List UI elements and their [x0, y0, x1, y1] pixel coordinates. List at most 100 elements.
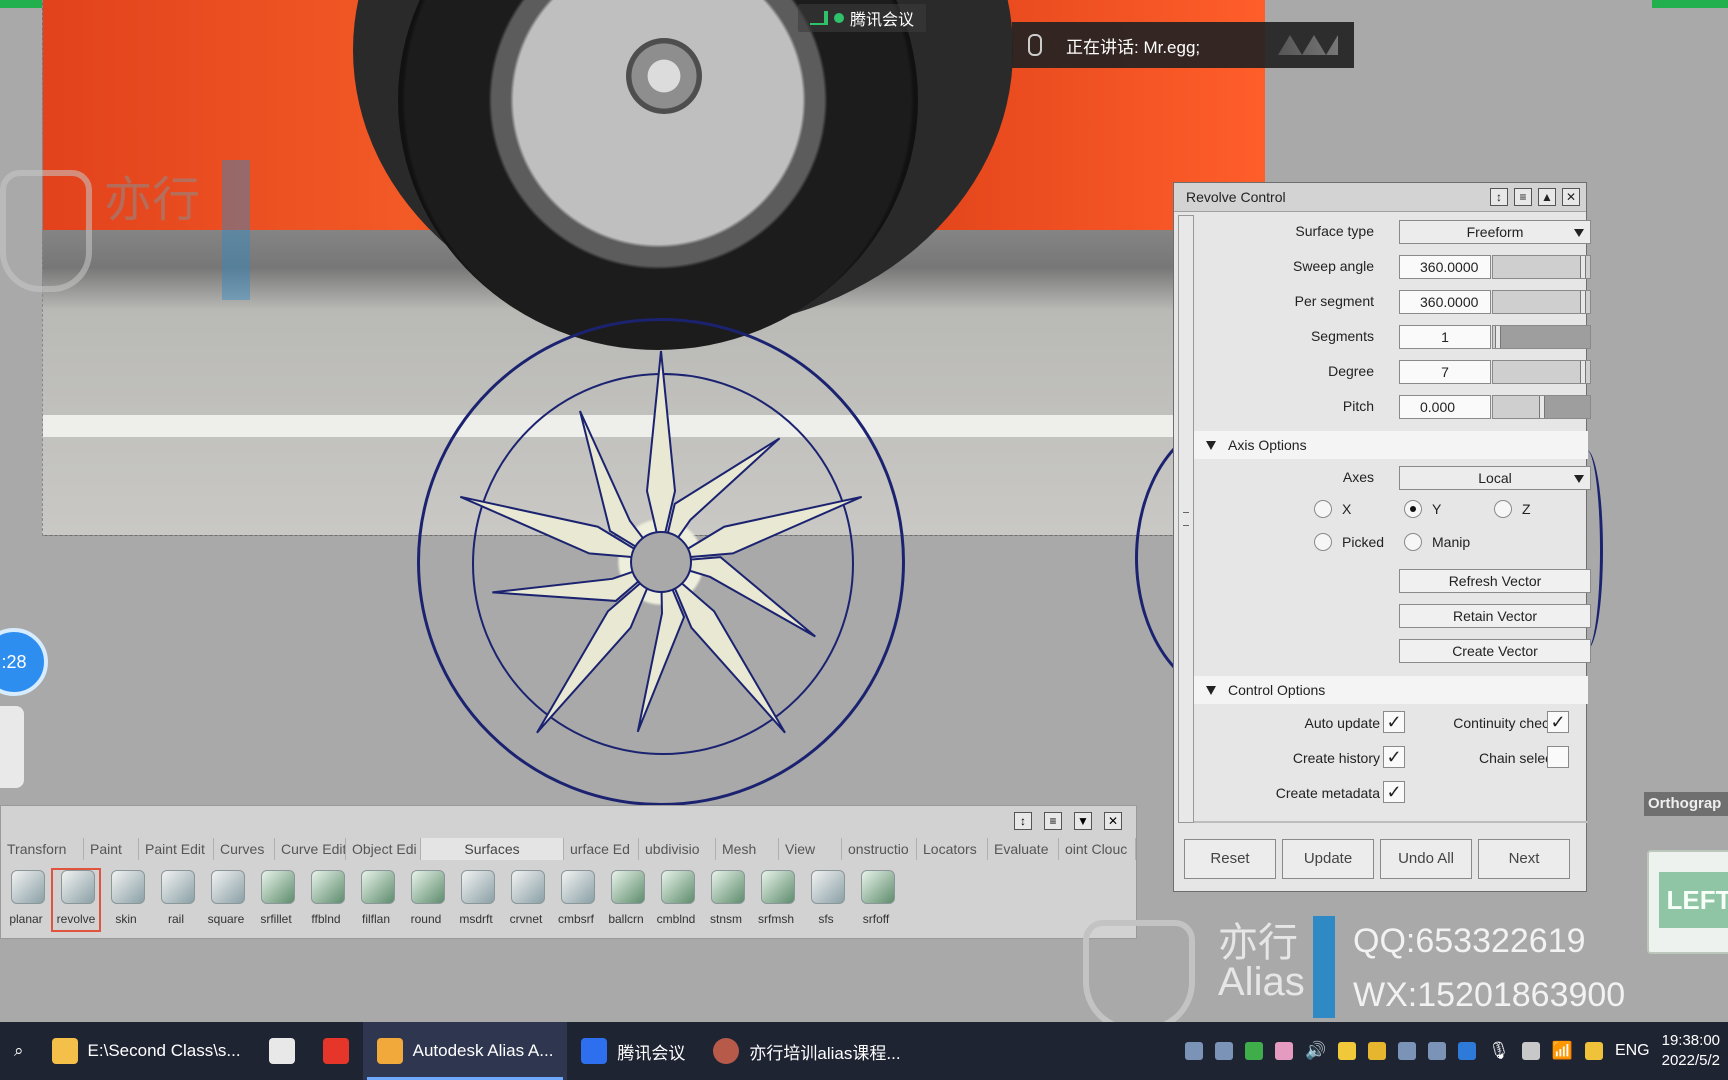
slider-knob[interactable]: [1580, 256, 1586, 278]
tab-paint-edit[interactable]: Paint Edit: [139, 838, 214, 860]
tab-view[interactable]: View: [779, 838, 842, 860]
tool-skin[interactable]: skin: [101, 868, 151, 940]
revolve-control-titlebar[interactable]: Revolve Control ↕ ≡ ▲ ✕: [1174, 183, 1586, 212]
slider-knob[interactable]: [1539, 396, 1545, 418]
radio-z-button[interactable]: [1494, 500, 1512, 518]
slider-knob[interactable]: [1580, 361, 1586, 383]
qq-tray-icon[interactable]: [1338, 1042, 1357, 1060]
clipboard-tray-icon[interactable]: [1215, 1042, 1233, 1060]
radio-y-button[interactable]: [1404, 500, 1422, 518]
tab-locators[interactable]: Locators: [917, 838, 988, 860]
tool-planar[interactable]: planar: [1, 868, 51, 940]
menu-icon[interactable]: ≡: [1514, 188, 1532, 206]
side-panel-tab[interactable]: [0, 706, 24, 788]
display-tray-icon[interactable]: [1428, 1042, 1447, 1060]
view-cube[interactable]: LEFT: [1647, 850, 1728, 954]
axis-options-header[interactable]: Axis Options: [1194, 431, 1588, 459]
tab-subdivision[interactable]: ubdivisio: [639, 838, 716, 860]
menu-icon[interactable]: ≡: [1044, 812, 1062, 830]
volume-icon[interactable]: 🔊: [1305, 1041, 1326, 1061]
tool-stnsm[interactable]: stnsm: [701, 868, 751, 940]
tool-round[interactable]: round: [401, 868, 451, 940]
flower-tray-icon[interactable]: [1275, 1042, 1293, 1060]
panel-scrollbar[interactable]: [1178, 215, 1194, 823]
green-app-tray-icon[interactable]: [1245, 1042, 1263, 1060]
tab-mesh[interactable]: Mesh: [716, 838, 779, 860]
slider-knob[interactable]: [1495, 326, 1501, 348]
auto-update-checkbox[interactable]: ✓: [1383, 711, 1405, 733]
create-metadata-checkbox[interactable]: ✓: [1383, 781, 1405, 803]
collapse-icon[interactable]: ▲: [1538, 188, 1556, 206]
chevron-down-icon[interactable]: ▼: [1074, 812, 1092, 830]
taskbar-alias[interactable]: Autodesk Alias A...: [362, 1022, 568, 1080]
meeting-tray-icon[interactable]: [1185, 1042, 1203, 1060]
radio-picked-button[interactable]: [1314, 533, 1332, 551]
per-segment-field[interactable]: 360.0000: [1399, 290, 1491, 314]
degree-slider[interactable]: [1492, 360, 1591, 384]
wifi-icon[interactable]: 📶: [1552, 1041, 1573, 1061]
tool-crvnet[interactable]: crvnet: [501, 868, 551, 940]
control-options-header[interactable]: Control Options: [1194, 676, 1588, 704]
retain-vector-button[interactable]: Retain Vector: [1399, 604, 1591, 628]
taskbar-wps[interactable]: [309, 1022, 363, 1080]
security-tray-icon[interactable]: [1368, 1042, 1387, 1060]
radio-manip[interactable]: Manip: [1404, 533, 1470, 551]
next-button[interactable]: Next: [1478, 839, 1570, 879]
radio-y[interactable]: Y: [1404, 500, 1441, 518]
tab-construction[interactable]: onstructio: [842, 838, 917, 860]
tab-surfaces[interactable]: Surfaces: [421, 838, 564, 860]
continuity-check-checkbox[interactable]: ✓: [1547, 711, 1569, 733]
radio-x[interactable]: X: [1314, 500, 1351, 518]
taskbar-browser[interactable]: 亦行培训alias课程...: [699, 1022, 914, 1080]
tool-cmblnd[interactable]: cmblnd: [651, 868, 701, 940]
update-button[interactable]: Update: [1282, 839, 1374, 879]
shelf-titlebar[interactable]: ↕ ≡ ▼ ✕: [1, 806, 1136, 836]
tool-revolve[interactable]: revolve: [51, 868, 101, 932]
resize-icon[interactable]: ↕: [1014, 812, 1032, 830]
close-icon[interactable]: ✕: [1104, 812, 1122, 830]
radio-manip-button[interactable]: [1404, 533, 1422, 551]
per-segment-slider[interactable]: [1492, 290, 1591, 314]
sweep-angle-field[interactable]: 360.0000: [1399, 255, 1491, 279]
chain-select-checkbox[interactable]: [1547, 746, 1569, 768]
tool-rail[interactable]: rail: [151, 868, 201, 940]
tab-curve-edit[interactable]: Curve Edit: [275, 838, 346, 860]
taskbar-explorer[interactable]: E:\Second Class\s...: [38, 1022, 255, 1080]
tool-filflan[interactable]: filflan: [351, 868, 401, 940]
axes-dropdown[interactable]: Local: [1399, 466, 1591, 490]
tool-srfmsh[interactable]: srfmsh: [751, 868, 801, 940]
tool-msdrft[interactable]: msdrft: [451, 868, 501, 940]
taskbar-search[interactable]: ⌕: [0, 1022, 38, 1080]
tool-sfs[interactable]: sfs: [801, 868, 851, 940]
view-cube-face[interactable]: LEFT: [1659, 872, 1728, 928]
notification-icon[interactable]: [1584, 1042, 1603, 1060]
tool-srfoff[interactable]: srfoff: [851, 868, 901, 940]
degree-field[interactable]: 7: [1399, 360, 1491, 384]
tool-srfillet[interactable]: srfillet: [251, 868, 301, 940]
pitch-slider[interactable]: [1492, 395, 1591, 419]
alias-viewport[interactable]: 亦行 腾讯会议 正在讲话: Mr.egg;:28 Revolve Contro…: [0, 0, 1728, 1022]
refresh-vector-button[interactable]: Refresh Vector: [1399, 569, 1591, 593]
resize-icon[interactable]: ↕: [1490, 188, 1508, 206]
meeting-timer-bubble[interactable]: :28: [0, 628, 48, 696]
revolved-wheel-model[interactable]: [417, 318, 905, 806]
tool-ballcrn[interactable]: ballcrn: [601, 868, 651, 940]
radio-picked[interactable]: Picked: [1314, 533, 1384, 551]
system-clock[interactable]: 19:38:00 2022/5/2: [1662, 1031, 1720, 1071]
tab-point-cloud[interactable]: oint Clouc: [1059, 838, 1136, 860]
pitch-field[interactable]: 0.000: [1399, 395, 1491, 419]
network-tray-icon[interactable]: [1398, 1042, 1417, 1060]
create-vector-button[interactable]: Create Vector: [1399, 639, 1591, 663]
bluetooth-icon[interactable]: [1458, 1042, 1477, 1060]
slider-knob[interactable]: [1580, 291, 1586, 313]
taskbar-meeting[interactable]: 腾讯会议: [567, 1022, 699, 1080]
tool-ffblnd[interactable]: ffblnd: [301, 868, 351, 940]
tool-cmbsrf[interactable]: cmbsrf: [551, 868, 601, 940]
tab-transform[interactable]: Transforn: [1, 838, 84, 860]
tab-curves[interactable]: Curves: [214, 838, 275, 860]
radio-x-button[interactable]: [1314, 500, 1332, 518]
taskbar-notepad[interactable]: [255, 1022, 309, 1080]
radio-z[interactable]: Z: [1494, 500, 1531, 518]
segments-field[interactable]: 1: [1399, 325, 1491, 349]
battery-icon[interactable]: [1521, 1042, 1540, 1060]
